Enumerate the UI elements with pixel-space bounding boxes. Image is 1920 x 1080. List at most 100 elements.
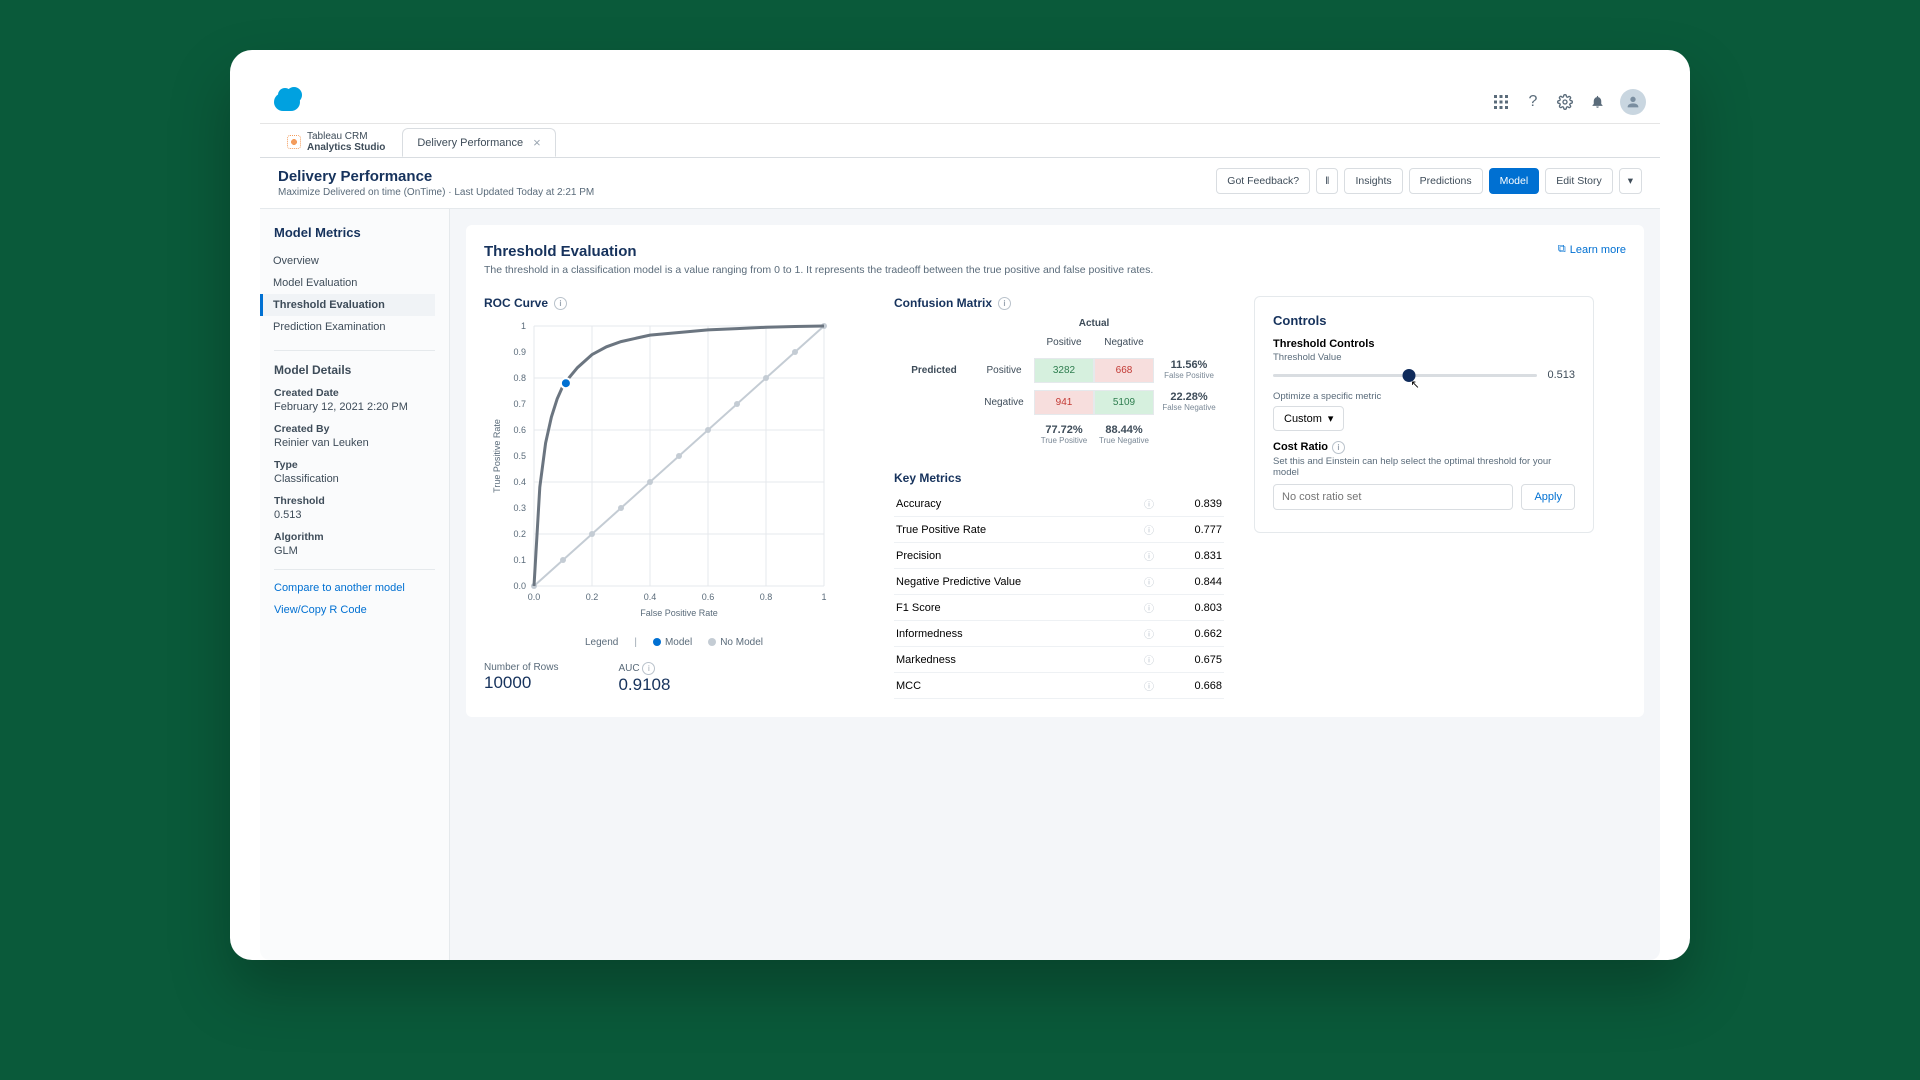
cost-ratio-input[interactable] bbox=[1273, 484, 1513, 510]
auc-label: AUC bbox=[618, 663, 639, 674]
more-dropdown-button[interactable]: ▾ bbox=[1619, 168, 1642, 194]
feedback-button[interactable]: Got Feedback? bbox=[1216, 168, 1310, 194]
insights-button[interactable]: Insights bbox=[1344, 168, 1402, 194]
laptop-frame: ? Tableau CRM Analytics Studio Delivery … bbox=[230, 50, 1690, 960]
info-icon[interactable]: ⓘ bbox=[1144, 496, 1154, 511]
svg-text:True Positive Rate: True Positive Rate bbox=[492, 419, 502, 493]
detail-label-1: Created By bbox=[274, 423, 435, 435]
actual-pos-label: Positive bbox=[1034, 331, 1094, 354]
roc-title: ROC Curve bbox=[484, 296, 548, 310]
sidebar: Model Metrics Overview Model Evaluation … bbox=[260, 209, 450, 960]
svg-text:0.4: 0.4 bbox=[513, 477, 526, 487]
notifications-icon[interactable] bbox=[1588, 93, 1606, 111]
svg-text:0.2: 0.2 bbox=[513, 529, 526, 539]
nav-prediction-examination[interactable]: Prediction Examination bbox=[260, 316, 435, 338]
info-icon[interactable]: ⓘ bbox=[1144, 652, 1154, 667]
tn-cell: 5109 bbox=[1094, 390, 1154, 415]
page-header: Delivery Performance Maximize Delivered … bbox=[260, 158, 1660, 209]
nav-overview[interactable]: Overview bbox=[260, 250, 435, 272]
svg-text:0.4: 0.4 bbox=[644, 592, 657, 602]
pause-button[interactable]: ‖ bbox=[1316, 168, 1338, 194]
pred-pos-label: Positive bbox=[974, 359, 1034, 382]
nav-model-evaluation[interactable]: Model Evaluation bbox=[260, 272, 435, 294]
svg-text:0.0: 0.0 bbox=[513, 581, 526, 591]
legend-label: Legend bbox=[585, 637, 618, 648]
legend-dot-nomodel bbox=[708, 638, 716, 646]
info-icon[interactable]: ⓘ bbox=[1144, 626, 1154, 641]
detail-value-1: Reinier van Leuken bbox=[274, 437, 435, 449]
cost-ratio-desc: Set this and Einstein can help select th… bbox=[1273, 456, 1575, 478]
confusion-panel: Confusion Matrix i Actual Positi bbox=[894, 296, 1224, 699]
apply-button[interactable]: Apply bbox=[1521, 484, 1575, 510]
content-title: Threshold Evaluation bbox=[484, 243, 1153, 260]
metric-row: MCCⓘ0.668 bbox=[894, 673, 1224, 699]
info-icon[interactable]: i bbox=[642, 662, 655, 675]
cost-ratio-label: Cost Ratio bbox=[1273, 441, 1328, 453]
metric-row: Negative Predictive Valueⓘ0.844 bbox=[894, 569, 1224, 595]
info-icon[interactable]: ⓘ bbox=[1144, 600, 1154, 615]
content-desc: The threshold in a classification model … bbox=[484, 264, 1153, 276]
info-icon[interactable]: ⓘ bbox=[1144, 548, 1154, 563]
model-button[interactable]: Model bbox=[1489, 168, 1540, 194]
legend-dot-model bbox=[653, 638, 661, 646]
active-tab[interactable]: Delivery Performance × bbox=[402, 128, 555, 157]
help-icon[interactable]: ? bbox=[1524, 93, 1542, 111]
app-launcher-icon[interactable] bbox=[1492, 93, 1510, 111]
svg-text:0.3: 0.3 bbox=[513, 503, 526, 513]
global-actions: ? bbox=[1492, 89, 1646, 115]
metric-row: True Positive Rateⓘ0.777 bbox=[894, 517, 1224, 543]
info-icon[interactable]: ⓘ bbox=[1144, 574, 1154, 589]
edit-story-button[interactable]: Edit Story bbox=[1545, 168, 1613, 194]
svg-text:0.9: 0.9 bbox=[513, 347, 526, 357]
predicted-label: Predicted bbox=[894, 365, 974, 376]
salesforce-cloud-icon bbox=[274, 93, 300, 111]
svg-text:0.8: 0.8 bbox=[760, 592, 773, 602]
key-metrics-title: Key Metrics bbox=[894, 471, 1224, 485]
sidebar-section-title: Model Metrics bbox=[274, 225, 435, 240]
info-icon[interactable]: ⓘ bbox=[1144, 522, 1154, 537]
sidebar-divider-2 bbox=[274, 569, 435, 570]
fp-cell: 668 bbox=[1094, 358, 1154, 383]
chevron-down-icon: ▾ bbox=[1328, 412, 1334, 425]
app-screen: ? Tableau CRM Analytics Studio Delivery … bbox=[260, 80, 1660, 960]
detail-label-2: Type bbox=[274, 459, 435, 471]
nav-threshold-evaluation[interactable]: Threshold Evaluation bbox=[260, 294, 435, 316]
svg-text:0.5: 0.5 bbox=[513, 451, 526, 461]
controls-header: Controls bbox=[1273, 313, 1575, 328]
svg-text:0.8: 0.8 bbox=[513, 373, 526, 383]
detail-value-3: 0.513 bbox=[274, 509, 435, 521]
auc-value: 0.9108 bbox=[618, 675, 670, 695]
model-details-header: Model Details bbox=[274, 363, 435, 377]
actual-label: Actual bbox=[1034, 316, 1154, 331]
info-icon[interactable]: i bbox=[998, 297, 1011, 310]
sidebar-divider bbox=[274, 350, 435, 351]
user-avatar[interactable] bbox=[1620, 89, 1646, 115]
home-tab[interactable]: Tableau CRM Analytics Studio bbox=[270, 126, 402, 157]
pred-neg-label: Negative bbox=[974, 391, 1034, 414]
confusion-matrix: Actual Positive Negative Predicted bbox=[894, 316, 1224, 451]
predictions-button[interactable]: Predictions bbox=[1409, 168, 1483, 194]
confusion-title: Confusion Matrix bbox=[894, 296, 992, 310]
actual-neg-label: Negative bbox=[1094, 331, 1154, 354]
roc-legend: Legend | Model No Model bbox=[484, 637, 864, 648]
optimize-select[interactable]: Custom ▾ bbox=[1273, 406, 1344, 431]
compare-model-link[interactable]: Compare to another model bbox=[274, 582, 435, 594]
close-tab-icon[interactable]: × bbox=[533, 135, 541, 150]
svg-text:0.2: 0.2 bbox=[586, 592, 599, 602]
threshold-controls-label: Threshold Controls bbox=[1273, 338, 1575, 350]
settings-icon[interactable] bbox=[1556, 93, 1574, 111]
roc-chart: 0.00.20.40.60.81 0.00.10.20.30.40.50.60.… bbox=[484, 316, 844, 626]
learn-more-link[interactable]: ⧉Learn more bbox=[1558, 243, 1626, 256]
roc-stats: Number of Rows 10000 AUC i 0.9108 bbox=[484, 662, 864, 695]
roc-panel: ROC Curve i 0.00.20.40.60.81 0.00.10.20.… bbox=[484, 296, 864, 695]
info-icon[interactable]: i bbox=[1332, 441, 1345, 454]
svg-text:0.7: 0.7 bbox=[513, 399, 526, 409]
external-link-icon: ⧉ bbox=[1558, 243, 1566, 256]
threshold-slider[interactable]: ↖ bbox=[1273, 374, 1537, 377]
threshold-value-label: Threshold Value bbox=[1273, 352, 1575, 363]
info-icon[interactable]: i bbox=[554, 297, 567, 310]
svg-text:0.1: 0.1 bbox=[513, 555, 526, 565]
metric-row: Precisionⓘ0.831 bbox=[894, 543, 1224, 569]
info-icon[interactable]: ⓘ bbox=[1144, 678, 1154, 693]
view-r-code-link[interactable]: View/Copy R Code bbox=[274, 604, 435, 616]
